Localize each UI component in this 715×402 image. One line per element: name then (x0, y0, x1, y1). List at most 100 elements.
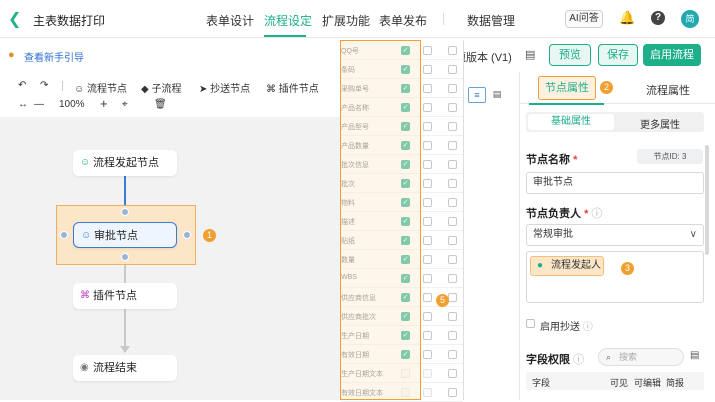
export-icon[interactable]: ▤ (690, 350, 699, 361)
preview-button[interactable]: 预览 (549, 44, 591, 66)
summary-checkbox[interactable] (448, 122, 457, 131)
tab-flow-properties[interactable]: 流程属性 (646, 82, 690, 98)
end-node[interactable]: ◉ 流程结束 (73, 355, 177, 381)
guide-link[interactable]: 查看新手引导 (24, 49, 84, 64)
divider (443, 13, 444, 25)
editable-checkbox[interactable] (423, 84, 432, 93)
editable-checkbox[interactable] (423, 122, 432, 131)
help-icon[interactable]: ⓘ (573, 354, 584, 366)
tab-extensions[interactable]: 扩展功能 (322, 12, 370, 29)
send-icon: ➤ (199, 84, 211, 95)
connect-handle-bottom[interactable] (121, 253, 129, 261)
subtab-more[interactable]: 更多属性 (640, 116, 680, 131)
help-icon[interactable]: ⓘ (583, 322, 593, 333)
node-id-badge: 节点ID: 3 (637, 149, 703, 164)
summary-checkbox[interactable] (448, 160, 457, 169)
connect-handle-left[interactable] (60, 231, 68, 239)
summary-checkbox[interactable] (448, 46, 457, 55)
editable-checkbox[interactable] (423, 198, 432, 207)
add-subflow-button[interactable]: ◆ 子流程 (141, 80, 181, 95)
summary-checkbox[interactable] (448, 388, 457, 397)
summary-checkbox[interactable] (448, 293, 457, 302)
summary-checkbox[interactable] (448, 84, 457, 93)
tab-form-design[interactable]: 表单设计 (206, 12, 254, 29)
editable-checkbox[interactable] (423, 369, 432, 378)
collapse-icon[interactable]: ↔ (18, 99, 28, 110)
chevron-down-icon: ∨ (689, 229, 697, 240)
subflow-icon: ◆ (141, 84, 152, 95)
plugin-icon: ⌘ (80, 290, 90, 301)
tab-node-properties[interactable]: 节点属性 (538, 76, 596, 100)
trash-icon[interactable]: 🗑 (154, 99, 167, 110)
redo-icon[interactable]: ↷ (40, 80, 48, 91)
editable-checkbox[interactable] (423, 46, 432, 55)
summary-checkbox[interactable] (448, 65, 457, 74)
zoom-out-button[interactable]: — (34, 99, 44, 110)
tab-flow-settings[interactable]: 流程设定 (264, 12, 312, 29)
summary-checkbox[interactable] (448, 331, 457, 340)
field-permission-label: 字段权限 ⓘ (526, 354, 585, 366)
summary-checkbox[interactable] (448, 236, 457, 245)
summary-checkbox[interactable] (448, 198, 457, 207)
person-icon: ☺ (81, 230, 92, 241)
connect-handle-top[interactable] (121, 208, 129, 216)
editable-checkbox[interactable] (423, 388, 432, 397)
active-tab-indicator (264, 35, 306, 37)
editable-checkbox[interactable] (423, 65, 432, 74)
editable-checkbox[interactable] (423, 217, 432, 226)
approval-node[interactable]: ☺ 审批节点 (73, 222, 177, 248)
editable-checkbox[interactable] (423, 141, 432, 150)
editable-checkbox[interactable] (423, 255, 432, 264)
bulb-icon: ● (8, 49, 15, 61)
add-cc-node-button[interactable]: ➤ 抄送节点 (199, 80, 250, 95)
summary-checkbox[interactable] (448, 255, 457, 264)
editable-checkbox[interactable] (423, 350, 432, 359)
card-view-icon[interactable]: ▤ (488, 87, 506, 103)
summary-checkbox[interactable] (448, 312, 457, 321)
summary-checkbox[interactable] (448, 217, 457, 226)
editable-checkbox[interactable] (423, 312, 432, 321)
avatar[interactable]: 简 (681, 10, 699, 28)
add-plugin-node-button[interactable]: ⌘ 插件节点 (266, 80, 319, 95)
editable-checkbox[interactable] (423, 274, 432, 283)
start-node[interactable]: ☺ 流程发起节点 (73, 150, 177, 176)
ai-qa-button[interactable]: AI问答 (565, 10, 603, 28)
locate-icon[interactable]: ⌖ (122, 99, 128, 110)
back-icon[interactable]: ❮ (8, 9, 21, 29)
owner-mode-select[interactable]: 常规审批 ∨ (526, 224, 704, 246)
summary-checkbox[interactable] (448, 179, 457, 188)
tab-form-publish[interactable]: 表单发布 (379, 12, 427, 29)
enable-flow-button[interactable]: 启用流程 (643, 44, 701, 66)
summary-checkbox[interactable] (448, 350, 457, 359)
editable-checkbox[interactable] (423, 179, 432, 188)
subtab-basic[interactable]: 基础属性 (528, 114, 614, 130)
panel-scrollbar[interactable] (705, 145, 709, 255)
plugin-node[interactable]: ⌘ 插件节点 (73, 283, 177, 309)
editable-checkbox[interactable] (423, 293, 432, 302)
connect-handle-right[interactable] (183, 231, 191, 239)
help-icon[interactable]: ? (651, 11, 665, 25)
summary-checkbox[interactable] (448, 141, 457, 150)
help-icon[interactable]: ⓘ (591, 208, 602, 220)
list-view-icon[interactable]: ≡ (468, 87, 486, 103)
zoom-in-button[interactable]: + (100, 96, 108, 111)
save-button[interactable]: 保存 (598, 44, 638, 66)
tab-data-management[interactable]: 数据管理 (467, 12, 515, 29)
editable-checkbox[interactable] (423, 160, 432, 169)
initiator-tag[interactable]: ● 流程发起人 (530, 256, 604, 276)
message-icon[interactable]: ▤ (525, 48, 535, 61)
add-flow-node-button[interactable]: ☺ 流程节点 (74, 80, 127, 95)
editable-checkbox[interactable] (423, 103, 432, 112)
editable-checkbox[interactable] (423, 236, 432, 245)
field-table-header: 字段 可见 可编辑 简报 (526, 372, 704, 390)
undo-icon[interactable]: ↶ (18, 80, 26, 91)
summary-checkbox[interactable] (448, 369, 457, 378)
node-name-label: 节点名称 * (526, 154, 578, 166)
field-search-input[interactable]: ⌕ 搜索 (598, 348, 684, 366)
summary-checkbox[interactable] (448, 103, 457, 112)
editable-checkbox[interactable] (423, 331, 432, 340)
summary-checkbox[interactable] (448, 274, 457, 283)
enable-cc-checkbox[interactable] (526, 319, 535, 328)
bell-icon[interactable]: 🔔 (619, 10, 635, 26)
node-name-input[interactable]: 审批节点 (526, 172, 704, 194)
